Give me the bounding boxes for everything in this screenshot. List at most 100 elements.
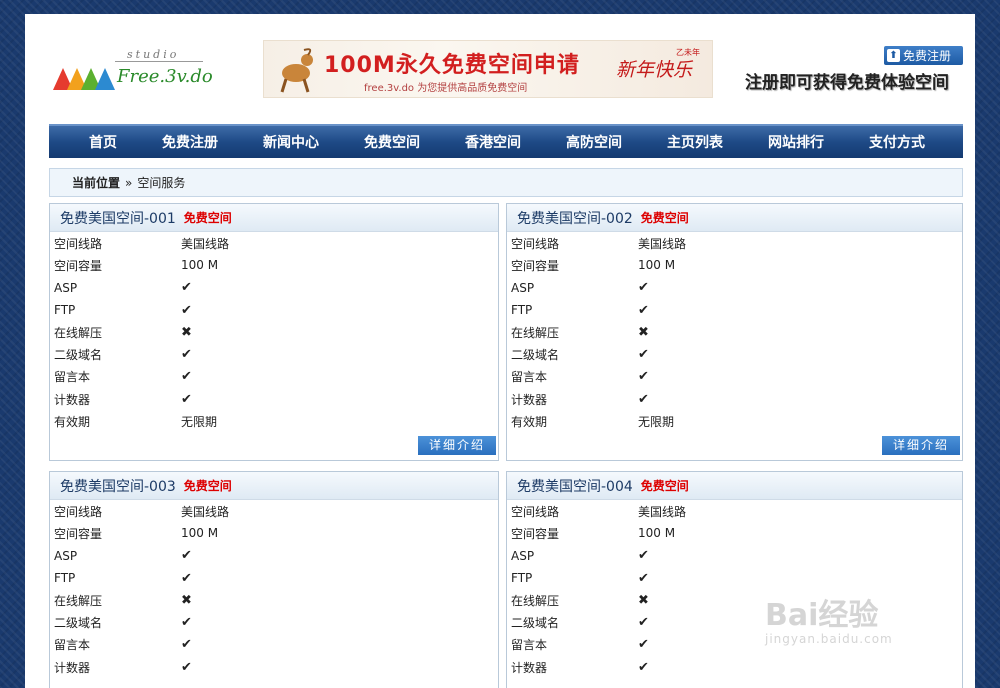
card-spec-list: 空间线路 美国线路 空间容量 100 M ASP ✔ FTP ✔ 在线解压 ✖ 二级域名 ✔… bbox=[507, 232, 962, 433]
nav-item-free-space[interactable]: 免费空间 bbox=[364, 132, 420, 152]
spec-key: 空间线路 bbox=[511, 236, 560, 251]
spec-key: 留言本 bbox=[54, 638, 91, 653]
spec-key: 计数器 bbox=[54, 392, 91, 407]
spec-key: 在线解压 bbox=[54, 325, 103, 340]
card-badge: 免费空间 bbox=[640, 479, 689, 493]
spec-value: 100 M bbox=[638, 526, 676, 541]
spec-row: 有效期 无限期 bbox=[511, 410, 958, 432]
check-icon: ✔ bbox=[181, 548, 192, 564]
spec-key: 有效期 bbox=[511, 415, 548, 430]
detail-button[interactable]: 详细介绍 bbox=[418, 436, 496, 455]
spec-row: 二级域名 ✔ bbox=[54, 611, 494, 633]
card-title[interactable]: 免费美国空间-002 bbox=[517, 208, 633, 228]
goat-icon bbox=[280, 48, 313, 93]
nav-item-ranking[interactable]: 网站排行 bbox=[768, 132, 824, 152]
spec-key: ASP bbox=[54, 280, 78, 295]
nav-item-homepage-list[interactable]: 主页列表 bbox=[667, 132, 723, 152]
spec-key: 有效期 bbox=[54, 415, 91, 430]
spec-row: FTP ✔ bbox=[511, 299, 958, 321]
card-title[interactable]: 免费美国空间-004 bbox=[517, 476, 633, 496]
card-badge: 免费空间 bbox=[183, 211, 232, 225]
check-icon: ✔ bbox=[638, 637, 649, 653]
spec-row: ASP ✔ bbox=[511, 277, 958, 299]
spec-row: 空间线路 美国线路 bbox=[511, 500, 958, 522]
spec-key: 空间线路 bbox=[511, 504, 560, 519]
check-icon: ✔ bbox=[638, 347, 649, 363]
spec-key: 二级域名 bbox=[54, 616, 103, 631]
spec-key: 空间容量 bbox=[511, 526, 560, 541]
spec-row: 留言本 ✔ bbox=[54, 634, 494, 656]
check-icon: ✔ bbox=[638, 302, 649, 318]
spec-row: 空间容量 100 M bbox=[54, 522, 494, 544]
spec-key: ASP bbox=[511, 548, 535, 563]
spec-row: 空间线路 美国线路 bbox=[54, 232, 494, 254]
banner-ad[interactable]: 100M永久免费空间申请 free.3v.do 为您提供高品质免费空间 乙未年 … bbox=[263, 40, 713, 98]
watermark-url: jingyan.baidu.com bbox=[765, 632, 893, 646]
spec-key: 空间容量 bbox=[511, 258, 560, 273]
spec-key: 计数器 bbox=[511, 392, 548, 407]
logo-studio-text: studio bbox=[127, 48, 180, 61]
spec-key: 在线解压 bbox=[511, 325, 560, 340]
check-icon: ✔ bbox=[181, 347, 192, 363]
spec-key: 在线解压 bbox=[511, 593, 560, 608]
spec-value: 美国线路 bbox=[638, 236, 687, 251]
check-icon: ✔ bbox=[181, 280, 192, 296]
spec-row: 空间容量 100 M bbox=[511, 254, 958, 276]
banner-greeting: 新年快乐 bbox=[616, 59, 693, 81]
card-title[interactable]: 免费美国空间-003 bbox=[60, 476, 176, 496]
card-header: 免费美国空间-004 免费空间 bbox=[507, 472, 962, 500]
spec-key: 空间线路 bbox=[54, 236, 103, 251]
check-icon: ✔ bbox=[638, 659, 649, 675]
breadcrumb-separator: » bbox=[125, 175, 133, 190]
check-icon: ✔ bbox=[181, 302, 192, 318]
space-card-001: 免费美国空间-001 免费空间 空间线路 美国线路 空间容量 100 M ASP ✔ … bbox=[49, 203, 499, 461]
space-card-003: 免费美国空间-003 免费空间 空间线路 美国线路 空间容量 100 M ASP ✔ … bbox=[49, 471, 499, 688]
check-icon: ✔ bbox=[181, 659, 192, 675]
card-title[interactable]: 免费美国空间-001 bbox=[60, 208, 176, 228]
spec-value: 美国线路 bbox=[638, 504, 687, 519]
baidu-jingyan-watermark: Bai经验 jingyan.baidu.com bbox=[765, 590, 893, 646]
check-icon: ✔ bbox=[181, 570, 192, 586]
nav-item-news[interactable]: 新闻中心 bbox=[263, 132, 319, 152]
card-spec-list: 空间线路 美国线路 空间容量 100 M ASP ✔ FTP ✔ 在线解压 ✖ 二级域名 ✔… bbox=[50, 232, 498, 433]
detail-button[interactable]: 详细介绍 bbox=[882, 436, 960, 455]
spec-row: ASP ✔ bbox=[54, 545, 494, 567]
breadcrumb-page[interactable]: 空间服务 bbox=[137, 174, 185, 191]
spec-key: 计数器 bbox=[511, 660, 548, 675]
free-register-label: 免费注册 bbox=[903, 49, 952, 63]
spec-row: FTP ✔ bbox=[54, 299, 494, 321]
logo-divider bbox=[115, 61, 203, 62]
nav-item-register[interactable]: 免费注册 bbox=[162, 132, 218, 152]
spec-row: 留言本 ✔ bbox=[511, 366, 958, 388]
card-spec-list: 空间线路 美国线路 空间容量 100 M ASP ✔ FTP ✔ 在线解压 ✖ 二级域名 ✔… bbox=[507, 500, 962, 678]
spec-row: ASP ✔ bbox=[511, 545, 958, 567]
logo-brand: Free.3v.do bbox=[117, 66, 213, 87]
check-icon: ✔ bbox=[638, 548, 649, 564]
spec-row: 二级域名 ✔ bbox=[54, 343, 494, 365]
spec-key: FTP bbox=[511, 303, 533, 318]
banner-title: 100M永久免费空间申请 bbox=[324, 53, 580, 78]
spec-row: 在线解压 ✖ bbox=[54, 321, 494, 343]
nav-item-home[interactable]: 首页 bbox=[89, 132, 117, 152]
spec-key: 计数器 bbox=[54, 660, 91, 675]
spec-key: 空间容量 bbox=[54, 526, 103, 541]
card-badge: 免费空间 bbox=[640, 211, 689, 225]
nav-item-payment[interactable]: 支付方式 bbox=[869, 132, 925, 152]
check-icon: ✔ bbox=[638, 570, 649, 586]
spec-value: 无限期 bbox=[638, 415, 675, 430]
spec-key: 留言本 bbox=[511, 370, 548, 385]
nav-item-ddos-space[interactable]: 高防空间 bbox=[566, 132, 622, 152]
main-nav: 首页 免费注册 新闻中心 免费空间 香港空间 高防空间 主页列表 网站排行 支付… bbox=[49, 124, 963, 158]
spec-row: ASP ✔ bbox=[54, 277, 494, 299]
spec-row: 计数器 ✔ bbox=[511, 656, 958, 678]
spec-key: 二级域名 bbox=[511, 616, 560, 631]
spec-row: 空间线路 美国线路 bbox=[54, 500, 494, 522]
free-register-button[interactable]: ⬆ 免费注册 bbox=[884, 46, 963, 65]
site-logo[interactable]: studio Free.3v.do bbox=[53, 48, 213, 98]
spec-row: 空间线路 美国线路 bbox=[511, 232, 958, 254]
spec-key: 二级域名 bbox=[54, 348, 103, 363]
check-icon: ✔ bbox=[181, 637, 192, 653]
card-badge: 免费空间 bbox=[183, 479, 232, 493]
spec-row: FTP ✔ bbox=[54, 567, 494, 589]
nav-item-hk-space[interactable]: 香港空间 bbox=[465, 132, 521, 152]
